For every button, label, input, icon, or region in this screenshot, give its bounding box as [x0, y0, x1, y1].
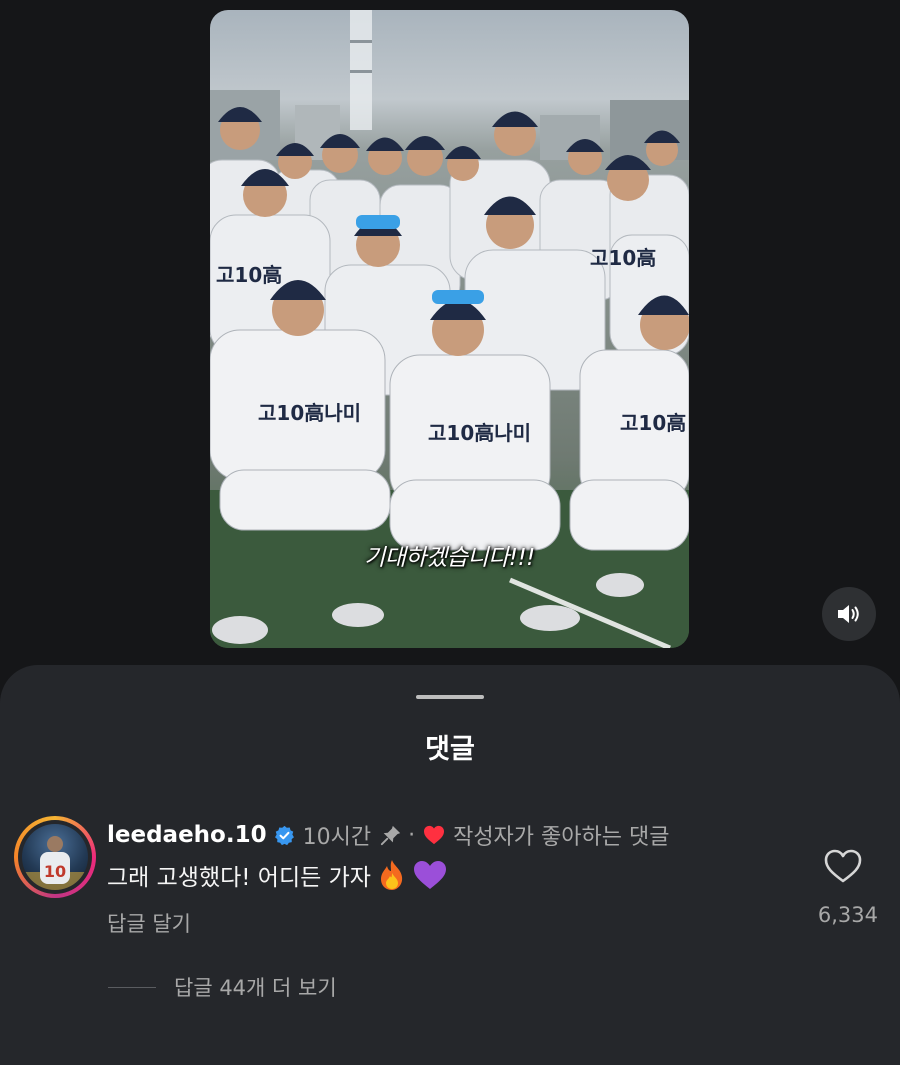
pin-icon: [380, 824, 402, 846]
replies-divider-line: [108, 986, 156, 988]
purple-heart-emoji-icon: [413, 860, 447, 890]
comment-time: 10시간: [302, 825, 372, 850]
meta-separator: ·: [408, 822, 416, 848]
sheet-drag-handle[interactable]: [416, 695, 484, 699]
liked-by-author-label: 작성자가 좋아하는 댓글: [453, 825, 670, 850]
speaker-icon: [838, 605, 859, 623]
svg-text:고10高: 고10高: [590, 246, 656, 270]
sheet-title: 댓글: [425, 734, 475, 765]
avatar-number: 10: [44, 862, 66, 881]
sound-toggle-button[interactable]: [822, 587, 876, 641]
view-more-replies-button[interactable]: 답글 44개 더 보기: [108, 972, 337, 1002]
like-count: 6,334: [817, 903, 878, 927]
fire-emoji-icon: [377, 859, 407, 891]
svg-text:고10高: 고10高: [620, 411, 686, 435]
svg-text:고10高나미: 고10高나미: [258, 401, 361, 425]
video-caption: 기대하겠습니다!!!: [364, 545, 535, 571]
comment-username[interactable]: leedaeho.10: [107, 822, 267, 848]
reply-button[interactable]: 답글 달기: [107, 908, 191, 938]
reel-video[interactable]: 고10高 고10高나미 고10高나미 고10高 고10高 기대하겠습니다!!!: [210, 10, 689, 648]
comment-avatar[interactable]: 10: [14, 816, 96, 898]
svg-text:고10高: 고10高: [216, 263, 282, 287]
comment-text: 그래 고생했다! 어디든 가자: [107, 865, 371, 891]
heart-outline-icon: [824, 849, 862, 883]
like-comment-button[interactable]: [823, 848, 863, 888]
comments-sheet: 댓글 10 leedaeho.10 10시간 · 작성자가 좋아하는 댓글 그래…: [0, 665, 900, 1065]
comment-body: 그래 고생했다! 어디든 가자: [107, 858, 447, 892]
verified-badge-icon: [274, 825, 295, 846]
comment-meta: leedaeho.10 10시간 · 작성자가 좋아하는 댓글: [107, 819, 669, 851]
avatar-image: 10: [22, 836, 88, 890]
svg-text:고10高나미: 고10高나미: [428, 421, 531, 445]
liked-by-author-heart-icon: [423, 825, 445, 845]
view-more-replies-label: 답글 44개 더 보기: [174, 976, 337, 1000]
